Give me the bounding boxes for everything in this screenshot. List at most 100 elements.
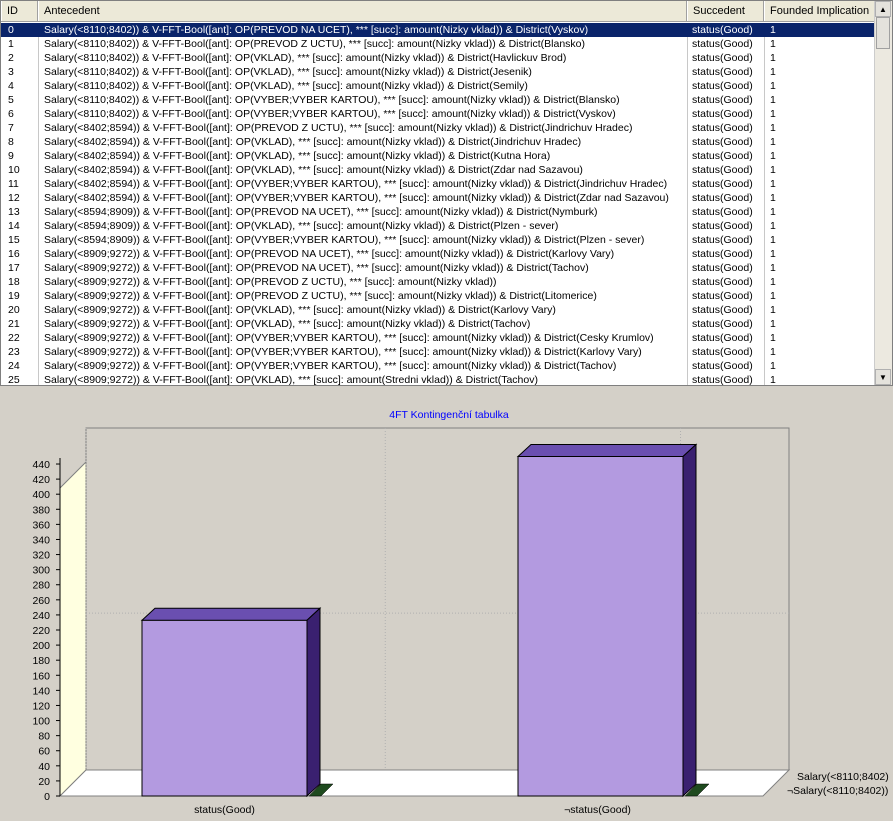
cell-antecedent: Salary(<8110;8402)) & V-FFT-Bool([ant]: … — [44, 66, 532, 78]
y-tick-label: 140 — [32, 685, 50, 697]
y-tick-label: 240 — [32, 610, 50, 622]
cell-implication: 1 — [770, 360, 776, 372]
x-tick-label: ¬status(Good) — [564, 804, 631, 816]
scroll-down-icon[interactable]: ▼ — [875, 369, 891, 385]
cell-id: 19 — [8, 290, 20, 302]
cell-implication: 1 — [770, 346, 776, 358]
table-row[interactable]: 15 Salary(<8594;8909)) & V-FFT-Bool([ant]… — [1, 233, 875, 247]
column-header-antecedent[interactable]: Antecedent — [38, 1, 687, 21]
table-row[interactable]: 22 Salary(<8909;9272)) & V-FFT-Bool([ant]… — [1, 331, 875, 345]
cell-succedent: status(Good) — [692, 374, 753, 386]
cell-antecedent: Salary(<8909;9272)) & V-FFT-Bool([ant]: … — [44, 290, 597, 302]
cell-id: 22 — [8, 332, 20, 344]
grid-header: ID Antecedent Succedent Founded Implicat… — [1, 1, 875, 22]
table-row[interactable]: 9 Salary(<8402;8594)) & V-FFT-Bool([ant]:… — [1, 149, 875, 163]
table-row[interactable]: 2 Salary(<8110;8402)) & V-FFT-Bool([ant]:… — [1, 51, 875, 65]
bar-front — [517, 455, 684, 797]
table-row[interactable]: 8 Salary(<8402;8594)) & V-FFT-Bool([ant]:… — [1, 135, 875, 149]
cell-succedent: status(Good) — [692, 178, 753, 190]
y-tick-label: 340 — [32, 534, 50, 546]
column-header-succedent[interactable]: Succedent — [687, 1, 764, 21]
y-tick-label: 120 — [32, 700, 50, 712]
cell-succedent: status(Good) — [692, 136, 753, 148]
cell-id: 3 — [8, 66, 14, 78]
cell-implication: 1 — [770, 38, 776, 50]
cell-implication: 1 — [770, 318, 776, 330]
cell-id: 24 — [8, 360, 20, 372]
cell-id: 20 — [8, 304, 20, 316]
cell-implication: 1 — [770, 122, 776, 134]
cell-antecedent: Salary(<8110;8402)) & V-FFT-Bool([ant]: … — [44, 24, 589, 36]
bar-top — [140, 607, 322, 621]
table-row[interactable]: 19 Salary(<8909;9272)) & V-FFT-Bool([ant]… — [1, 289, 875, 303]
table-row[interactable]: 6 Salary(<8110;8402)) & V-FFT-Bool([ant]:… — [1, 107, 875, 121]
table-row[interactable]: 21 Salary(<8909;9272)) & V-FFT-Bool([ant]… — [1, 317, 875, 331]
cell-id: 16 — [8, 248, 20, 260]
bar-side — [682, 443, 697, 798]
y-tick-label: 160 — [32, 670, 50, 682]
cell-antecedent: Salary(<8909;9272)) & V-FFT-Bool([ant]: … — [44, 276, 497, 288]
cell-antecedent: Salary(<8402;8594)) & V-FFT-Bool([ant]: … — [44, 192, 669, 204]
cell-id: 17 — [8, 262, 20, 274]
y-tick-label: 200 — [32, 640, 50, 652]
legend-series-1: Salary(<8110;8402) — [797, 771, 889, 783]
table-row[interactable]: 10 Salary(<8402;8594)) & V-FFT-Bool([ant]… — [1, 163, 875, 177]
cell-implication: 1 — [770, 24, 776, 36]
cell-succedent: status(Good) — [692, 38, 753, 50]
y-tick-label: 360 — [32, 519, 50, 531]
table-row[interactable]: 13 Salary(<8594;8909)) & V-FFT-Bool([ant]… — [1, 205, 875, 219]
cell-succedent: status(Good) — [692, 234, 753, 246]
cell-id: 2 — [8, 52, 14, 64]
column-header-id[interactable]: ID — [1, 1, 38, 21]
table-row[interactable]: 3 Salary(<8110;8402)) & V-FFT-Bool([ant]:… — [1, 65, 875, 79]
y-tick-label: 320 — [32, 550, 50, 562]
table-row[interactable]: 4 Salary(<8110;8402)) & V-FFT-Bool([ant]:… — [1, 79, 875, 93]
table-row[interactable]: 0 Salary(<8110;8402)) & V-FFT-Bool([ant]:… — [1, 23, 875, 37]
vertical-scrollbar[interactable]: ▲ ▼ — [874, 1, 892, 385]
table-row[interactable]: 16 Salary(<8909;9272)) & V-FFT-Bool([ant]… — [1, 247, 875, 261]
cell-implication: 1 — [770, 178, 776, 190]
cell-id: 0 — [8, 24, 14, 36]
rules-grid[interactable]: ID Antecedent Succedent Founded Implicat… — [0, 0, 893, 386]
cell-succedent: status(Good) — [692, 24, 753, 36]
cell-antecedent: Salary(<8909;9272)) & V-FFT-Bool([ant]: … — [44, 262, 589, 274]
column-header-founded-implication[interactable]: Founded Implication — [764, 1, 875, 21]
table-row[interactable]: 25 Salary(<8909;9272)) & V-FFT-Bool([ant]… — [1, 373, 875, 386]
y-tick-label: 180 — [32, 655, 50, 667]
bar-front — [141, 619, 308, 797]
scroll-up-icon[interactable]: ▲ — [875, 1, 891, 17]
table-row[interactable]: 23 Salary(<8909;9272)) & V-FFT-Bool([ant]… — [1, 345, 875, 359]
table-row[interactable]: 20 Salary(<8909;9272)) & V-FFT-Bool([ant]… — [1, 303, 875, 317]
table-row[interactable]: 5 Salary(<8110;8402)) & V-FFT-Bool([ant]:… — [1, 93, 875, 107]
cell-antecedent: Salary(<8909;9272)) & V-FFT-Bool([ant]: … — [44, 318, 531, 330]
table-row[interactable]: 14 Salary(<8594;8909)) & V-FFT-Bool([ant]… — [1, 219, 875, 233]
cell-antecedent: Salary(<8402;8594)) & V-FFT-Bool([ant]: … — [44, 136, 582, 148]
grid-rows: 0 Salary(<8110;8402)) & V-FFT-Bool([ant]:… — [1, 23, 875, 386]
chart-left-wall — [59, 460, 87, 798]
cell-antecedent: Salary(<8909;9272)) & V-FFT-Bool([ant]: … — [44, 332, 654, 344]
cell-antecedent: Salary(<8909;9272)) & V-FFT-Bool([ant]: … — [44, 360, 617, 372]
x-tick-label: status(Good) — [194, 804, 255, 816]
cell-antecedent: Salary(<8110;8402)) & V-FFT-Bool([ant]: … — [44, 80, 528, 92]
table-row[interactable]: 24 Salary(<8909;9272)) & V-FFT-Bool([ant]… — [1, 359, 875, 373]
table-row[interactable]: 1 Salary(<8110;8402)) & V-FFT-Bool([ant]:… — [1, 37, 875, 51]
cell-antecedent: Salary(<8110;8402)) & V-FFT-Bool([ant]: … — [44, 108, 616, 120]
table-row[interactable]: 7 Salary(<8402;8594)) & V-FFT-Bool([ant]:… — [1, 121, 875, 135]
y-tick-label: 300 — [32, 565, 50, 577]
contingency-chart: 0 20 40 60 80 100 120 140 160 180 200 220 240 260 280 3… — [32, 409, 889, 816]
table-row[interactable]: 17 Salary(<8909;9272)) & V-FFT-Bool([ant]… — [1, 261, 875, 275]
cell-succedent: status(Good) — [692, 304, 753, 316]
cell-id: 15 — [8, 234, 20, 246]
cell-implication: 1 — [770, 206, 776, 218]
table-row[interactable]: 18 Salary(<8909;9272)) & V-FFT-Bool([ant]… — [1, 275, 875, 289]
scroll-thumb[interactable] — [876, 17, 890, 49]
y-tick-label: 280 — [32, 580, 50, 592]
table-row[interactable]: 11 Salary(<8402;8594)) & V-FFT-Bool([ant]… — [1, 177, 875, 191]
cell-succedent: status(Good) — [692, 206, 753, 218]
cell-antecedent: Salary(<8402;8594)) & V-FFT-Bool([ant]: … — [44, 164, 583, 176]
bar-side — [306, 607, 321, 798]
table-row[interactable]: 12 Salary(<8402;8594)) & V-FFT-Bool([ant]… — [1, 191, 875, 205]
cell-succedent: status(Good) — [692, 346, 753, 358]
cell-antecedent: Salary(<8909;9272)) & V-FFT-Bool([ant]: … — [44, 304, 556, 316]
cell-id: 8 — [8, 136, 14, 148]
